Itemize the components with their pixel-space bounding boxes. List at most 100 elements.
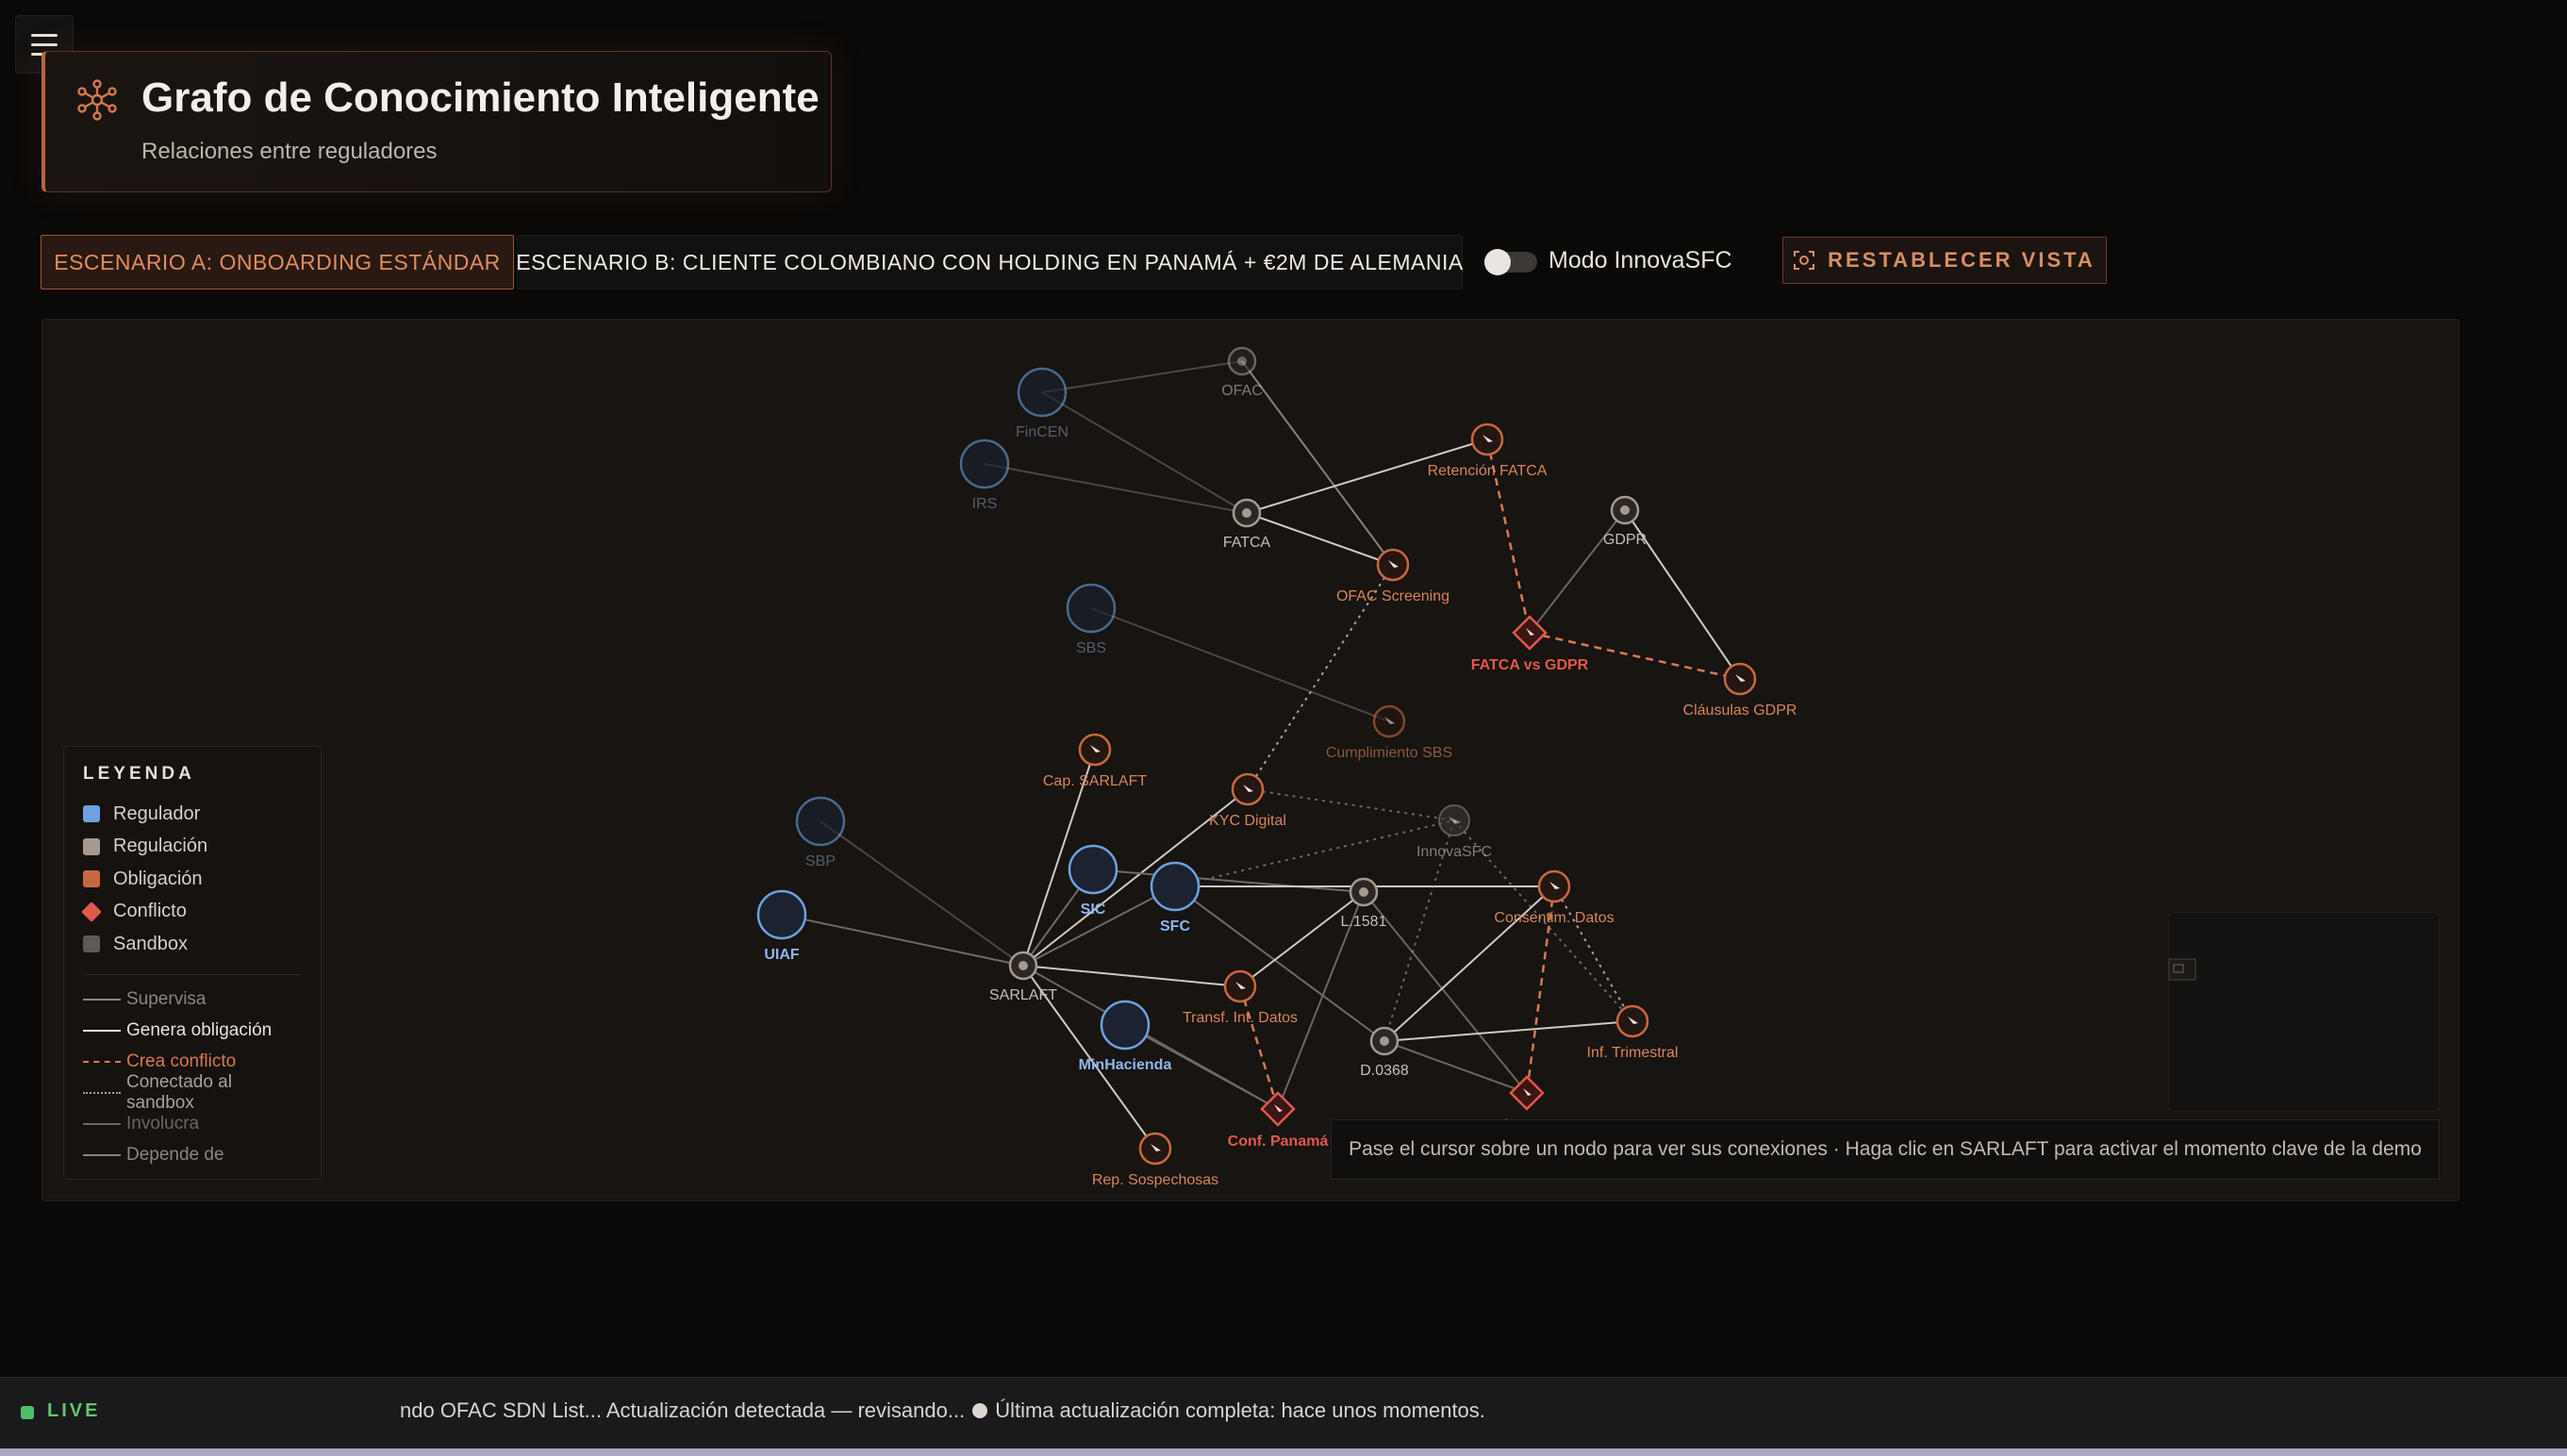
graph-node-sfc[interactable]: SFC [1150, 861, 1201, 935]
reset-view-button[interactable]: RESTABLECER VISTA [1782, 237, 2107, 284]
graph-node-label: Rep. Sospechosas [1092, 1172, 1218, 1188]
graph-hint: Pase el cursor sobre un nodo para ver su… [1331, 1119, 2440, 1180]
focus-frame-icon [1794, 251, 1815, 270]
minimap-icon[interactable] [2168, 958, 2196, 981]
graph-svg[interactable]: OFAC FinCEN IRS FATCA Retención FATCA GDPR OFA… [42, 320, 2459, 1201]
graph-node-label: UIAF [764, 947, 800, 963]
graph-edge-sbs-cumplimiento_sbs [1090, 607, 1390, 722]
legend-edge-label: Involucra [126, 1114, 200, 1133]
live-ticker: ndo OFAC SDN List... Actualización detec… [400, 1398, 1485, 1423]
graph-node-sbs[interactable]: SBS [1066, 583, 1117, 656]
legend-line-icon [83, 999, 121, 1001]
graph-node-label: IRS [972, 496, 998, 512]
legend-label: Sandbox [113, 933, 188, 954]
legend-edge-item: Depende de [83, 1140, 302, 1171]
graph-node-label: KYC Digital [1209, 813, 1286, 829]
graph-node-label: FinCEN [1016, 424, 1068, 440]
header-card: Grafo de Conocimiento Inteligente Relaci… [41, 51, 832, 192]
graph-edge-gdpr-fatca_gdpr [1529, 509, 1626, 634]
legend-line-icon [83, 1030, 121, 1032]
legend-line-icon [83, 1123, 121, 1125]
legend-swatch-icon [83, 870, 100, 888]
graph-node-kyc[interactable]: KYC Digital [1209, 772, 1286, 829]
graph-node-label: MinHacienda [1079, 1057, 1172, 1073]
legend-item: Regulación [83, 831, 302, 864]
graph-node-conf_panama[interactable]: Conf. Panamá [1228, 1091, 1329, 1150]
graph-network-icon [77, 79, 117, 121]
legend-edge-label: Genera obligación [126, 1020, 273, 1040]
ticker-dot-icon [972, 1403, 988, 1418]
graph-node-label: L.1581 [1341, 914, 1387, 930]
legend-edge-item: Conectado al sandbox [83, 1072, 302, 1113]
graph-node-label: GDPR [1603, 532, 1647, 548]
hamburger-icon [31, 33, 58, 37]
legend-item: Regulador [83, 798, 302, 831]
graph-node-cumplimiento_sbs[interactable]: Cumplimiento SBS [1326, 704, 1452, 761]
graph-node-minhacienda[interactable]: MinHacienda [1079, 1000, 1172, 1073]
tab-escenario-b[interactable]: ESCENARIO B: CLIENTE COLOMBIANO CON HOLD… [516, 235, 1463, 290]
graph-node-label: D.0368 [1360, 1063, 1409, 1079]
legend-swatch-icon [83, 837, 100, 855]
graph-node-ofac_screening[interactable]: OFAC Screening [1336, 548, 1449, 604]
legend-item: Sandbox [83, 928, 302, 961]
graph-node-rep_sospechosas[interactable]: Rep. Sospechosas [1092, 1132, 1218, 1188]
knowledge-graph-canvas[interactable]: OFAC FinCEN IRS FATCA Retención FATCA GDPR OFA… [41, 319, 2459, 1201]
page-title: Grafo de Conocimiento Inteligente [141, 74, 820, 121]
page-subtitle: Relaciones entre reguladores [141, 139, 438, 164]
graph-node-label: SFC [1160, 918, 1190, 935]
graph-edge-sfc-innovasfc [1174, 819, 1455, 887]
graph-node-d0368[interactable]: D.0368 [1360, 1026, 1409, 1079]
graph-node-label: FATCA [1223, 535, 1271, 551]
legend-edge-label: Conectado al sandbox [126, 1072, 232, 1113]
graph-node-label: SIC [1081, 902, 1106, 918]
graph-node-label: FATCA vs GDPR [1471, 657, 1589, 673]
reset-view-label: RESTABLECER VISTA [1828, 248, 2095, 272]
graph-node-label: Conf. Panamá [1228, 1133, 1329, 1150]
toggle-knob [1484, 249, 1511, 275]
graph-node-cap_sarlaft[interactable]: Cap. SARLAFT [1043, 733, 1147, 789]
graph-edge-fincen-fatca [1041, 391, 1248, 514]
graph-node-label: SBS [1076, 640, 1106, 656]
graph-edge-sic-l1581 [1092, 869, 1365, 893]
graph-edge-consentim-inf_trimestral [1553, 885, 1633, 1022]
ticker-text-1: ndo OFAC SDN List... Actualización detec… [400, 1398, 966, 1422]
innovasfc-toggle-label: Modo InnovaSFC [1548, 247, 1732, 273]
legend-title: LEYENDA [83, 764, 195, 784]
graph-node-label: Transf. Int. Datos [1183, 1010, 1298, 1026]
minimap[interactable] [2168, 912, 2440, 1112]
graph-node-label: Cap. SARLAFT [1043, 773, 1147, 789]
legend-label: Obligación [113, 868, 203, 889]
graph-node-label: Cláusulas GDPR [1683, 703, 1797, 719]
graph-node-label: OFAC Screening [1336, 588, 1449, 604]
graph-node-irs[interactable]: IRS [959, 438, 1010, 512]
innovasfc-toggle[interactable] [1484, 249, 1537, 275]
graph-node-fincen[interactable]: FinCEN [1016, 367, 1068, 440]
legend-edge-item: Genera obligación [83, 1016, 302, 1047]
graph-node-sic[interactable]: SIC [1068, 844, 1118, 918]
graph-node-inf_trimestral[interactable]: Inf. Trimestral [1587, 1004, 1679, 1061]
graph-node-transf[interactable]: Transf. Int. Datos [1183, 969, 1298, 1026]
graph-node-label: SARLAFT [989, 987, 1057, 1003]
tab-escenario-a[interactable]: ESCENARIO A: ONBOARDING ESTÁNDAR [41, 235, 514, 290]
legend-edge-label: Supervisa [126, 989, 207, 1009]
graph-node-label: Consentim. Datos [1494, 910, 1614, 926]
graph-node-clausulas[interactable]: Cláusulas GDPR [1683, 662, 1797, 719]
graph-node-consentim[interactable]: Consentim. Datos [1494, 869, 1615, 926]
graph-edge-d0368-inf_trimestral [1383, 1020, 1633, 1042]
graph-node-ofac[interactable]: OFAC [1221, 346, 1263, 399]
legend-edge-label: Depende de [126, 1145, 224, 1165]
live-status-bar: LIVE ndo OFAC SDN List... Actualización … [0, 1377, 2567, 1449]
graph-node-label: SBP [805, 853, 836, 869]
graph-node-label: Cumplimiento SBS [1326, 745, 1452, 761]
legend-edge-item: Supervisa [83, 984, 302, 1016]
graph-node-uiaf[interactable]: UIAF [756, 889, 807, 963]
graph-node-sbp[interactable]: SBP [795, 796, 846, 869]
legend-item: Conflicto [81, 896, 302, 929]
graph-node-fatca_gdpr[interactable]: FATCA vs GDPR [1471, 615, 1589, 673]
graph-edge-irs-fatca [984, 463, 1248, 514]
legend-edge-label: Crea conflicto [126, 1051, 237, 1071]
graph-node-gdpr[interactable]: GDPR [1603, 495, 1647, 548]
graph-node-label: OFAC [1221, 383, 1263, 399]
legend-swatch-icon [83, 805, 100, 823]
graph-node-innovasfc[interactable]: InnovaSFC [1416, 804, 1492, 860]
